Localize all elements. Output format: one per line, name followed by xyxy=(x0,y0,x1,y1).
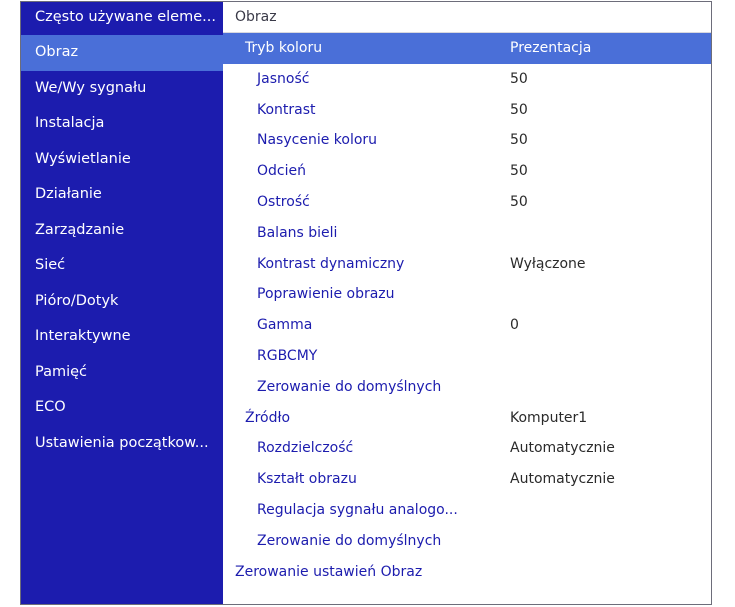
setting-row[interactable]: Gamma 0 xyxy=(223,310,711,341)
setting-row[interactable]: Tryb koloru Prezentacja xyxy=(223,33,711,64)
setting-value: 50 xyxy=(510,70,528,87)
setting-label: Zerowanie ustawień Obraz xyxy=(235,563,423,580)
setting-label: Kontrast xyxy=(257,101,316,118)
setting-label: Zerowanie do domyślnych xyxy=(257,532,442,549)
sidebar: Często używane eleme... Obraz We/Wy sygnał… xyxy=(21,2,223,604)
setting-label: Rozdzielczość xyxy=(257,440,354,457)
setting-value: 50 xyxy=(510,132,528,149)
setting-label: Jasność xyxy=(257,70,310,87)
setting-value: 50 xyxy=(510,101,528,118)
setting-value: Automatycznie xyxy=(510,471,615,488)
setting-label: Balans bieli xyxy=(257,224,338,241)
sidebar-item-obraz[interactable]: Obraz xyxy=(21,35,223,71)
setting-value: Prezentacja xyxy=(510,40,592,56)
setting-label: Kształt obrazu xyxy=(257,471,357,488)
setting-row[interactable]: RGBCMY xyxy=(223,341,711,372)
setting-value: Automatycznie xyxy=(510,440,615,457)
sidebar-item-eco[interactable]: ECO xyxy=(21,390,223,426)
setting-label: Gamma xyxy=(257,317,313,334)
setting-label: Regulacja sygnału analogo... xyxy=(257,501,458,518)
setting-value: 50 xyxy=(510,163,528,180)
setting-row[interactable]: Balans bieli xyxy=(223,218,711,249)
setting-row[interactable]: Ostrość 50 xyxy=(223,187,711,218)
setting-row[interactable]: Źródło Komputer1 xyxy=(223,403,711,434)
setting-label: RGBCMY xyxy=(257,347,318,364)
setting-row[interactable]: Zerowanie do domyślnych xyxy=(223,372,711,403)
setting-row[interactable]: Jasność 50 xyxy=(223,64,711,95)
sidebar-item-instalacja[interactable]: Instalacja xyxy=(21,106,223,142)
sidebar-item-dzialanie[interactable]: Działanie xyxy=(21,177,223,213)
setting-row[interactable]: Odcień 50 xyxy=(223,156,711,187)
setting-label: Nasycenie koloru xyxy=(257,132,378,149)
sidebar-item-zarzadzanie[interactable]: Zarządzanie xyxy=(21,213,223,249)
setting-value: Wyłączone xyxy=(510,255,586,272)
setting-label: Kontrast dynamiczny xyxy=(257,255,405,272)
sidebar-item-ustawienia-poczatkowe[interactable]: Ustawienia początkow... xyxy=(21,426,223,462)
sidebar-item-we-wy-sygnalu[interactable]: We/Wy sygnału xyxy=(21,71,223,107)
setting-row[interactable]: Kontrast dynamiczny Wyłączone xyxy=(223,249,711,280)
setting-row[interactable]: Regulacja sygnału analogo... xyxy=(223,495,711,526)
settings-list: Tryb koloru Prezentacja Jasność 50 Kontrast 5… xyxy=(223,33,711,587)
setting-row[interactable]: Rozdzielczość Automatycznie xyxy=(223,433,711,464)
setting-label: Tryb koloru xyxy=(245,40,323,56)
sidebar-item-siec[interactable]: Sieć xyxy=(21,248,223,284)
sidebar-item-pamiec[interactable]: Pamięć xyxy=(21,355,223,391)
setting-row[interactable]: Kształt obrazu Automatycznie xyxy=(223,464,711,495)
setting-label: Odcień xyxy=(257,163,306,180)
sidebar-item-pioro-dotyk[interactable]: Pióro/Dotyk xyxy=(21,284,223,320)
menu-window: Często używane eleme... Obraz We/Wy sygnał… xyxy=(20,1,712,605)
panel-title: Obraz xyxy=(223,2,711,33)
setting-row[interactable]: Zerowanie ustawień Obraz xyxy=(223,557,711,588)
setting-value: 50 xyxy=(510,193,528,210)
setting-row[interactable]: Nasycenie koloru 50 xyxy=(223,125,711,156)
setting-row[interactable]: Zerowanie do domyślnych xyxy=(223,526,711,557)
setting-row[interactable]: Kontrast 50 xyxy=(223,95,711,126)
setting-row[interactable]: Poprawienie obrazu xyxy=(223,279,711,310)
setting-label: Źródło xyxy=(245,409,291,426)
sidebar-item-interaktywne[interactable]: Interaktywne xyxy=(21,319,223,355)
setting-label: Zerowanie do domyślnych xyxy=(257,378,442,395)
sidebar-item-wyswietlanie[interactable]: Wyświetlanie xyxy=(21,142,223,178)
settings-panel: Obraz Tryb koloru Prezentacja Jasność 50 Kon… xyxy=(223,2,711,604)
setting-value: 0 xyxy=(510,317,519,334)
sidebar-item-czesto-uzywane[interactable]: Często używane eleme... xyxy=(21,2,223,35)
setting-value: Komputer1 xyxy=(510,409,588,426)
setting-label: Ostrość xyxy=(257,193,310,210)
setting-label: Poprawienie obrazu xyxy=(257,286,395,303)
